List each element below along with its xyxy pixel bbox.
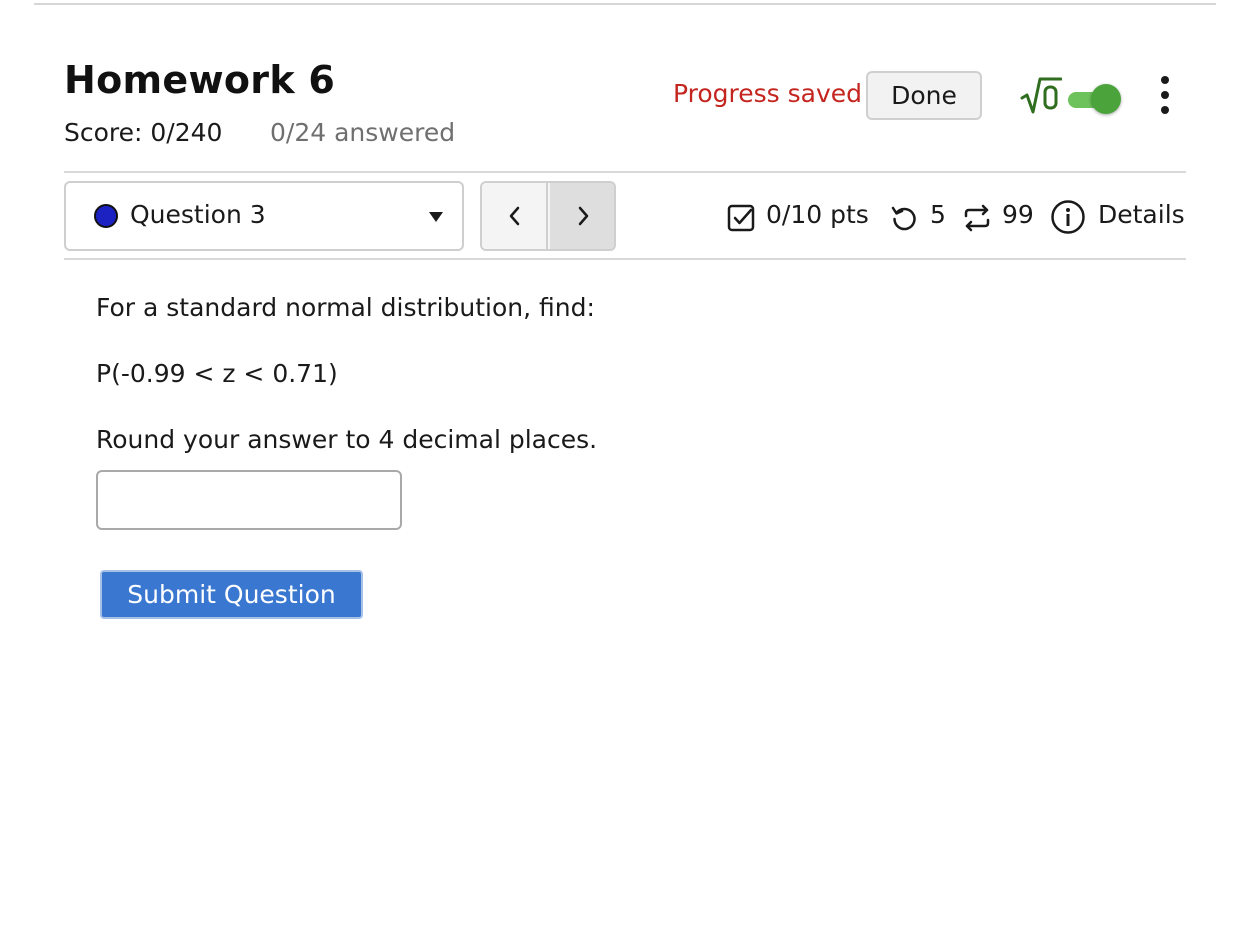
versions-count: 99 — [1002, 200, 1034, 229]
chevron-left-icon — [509, 206, 520, 226]
question-pager — [480, 181, 616, 251]
toggle-knob — [1091, 84, 1121, 114]
kebab-menu-icon[interactable] — [1154, 74, 1176, 116]
question-select-label: Question 3 — [130, 200, 266, 229]
question-prompt: For a standard normal distribution, find… — [96, 293, 595, 322]
progress-status: Progress saved — [673, 79, 863, 108]
versions-icon — [964, 204, 990, 232]
score-text: Score: 0/240 — [64, 118, 223, 147]
header-divider — [64, 171, 1186, 173]
submit-question-button[interactable]: Submit Question — [100, 570, 363, 619]
question-divider — [64, 258, 1186, 260]
done-button[interactable]: Done — [866, 71, 982, 120]
question-instruction: Round your answer to 4 decimal places. — [96, 425, 598, 454]
attempts-count: 5 — [930, 200, 946, 229]
question-select[interactable]: Question 3 — [64, 181, 464, 251]
question-status-dot — [94, 204, 118, 228]
caret-down-icon — [429, 212, 443, 222]
sqrt-zero-icon[interactable] — [1020, 76, 1062, 116]
page-title: Homework 6 — [64, 58, 336, 102]
points-text: 0/10 pts — [766, 200, 869, 229]
math-toggle[interactable] — [1066, 84, 1122, 114]
info-icon[interactable] — [1050, 199, 1086, 235]
question-expression: P(-0.99 < z < 0.71) — [96, 359, 338, 388]
previous-question-button[interactable] — [482, 183, 548, 249]
answered-count: 0/24 answered — [270, 118, 456, 147]
next-question-button[interactable] — [550, 183, 614, 249]
chevron-right-icon — [578, 206, 589, 226]
details-link[interactable]: Details — [1098, 200, 1185, 240]
checkbox-score-icon — [727, 204, 755, 232]
attempts-icon — [891, 206, 916, 231]
top-divider — [34, 3, 1216, 5]
answer-input[interactable] — [96, 470, 402, 530]
